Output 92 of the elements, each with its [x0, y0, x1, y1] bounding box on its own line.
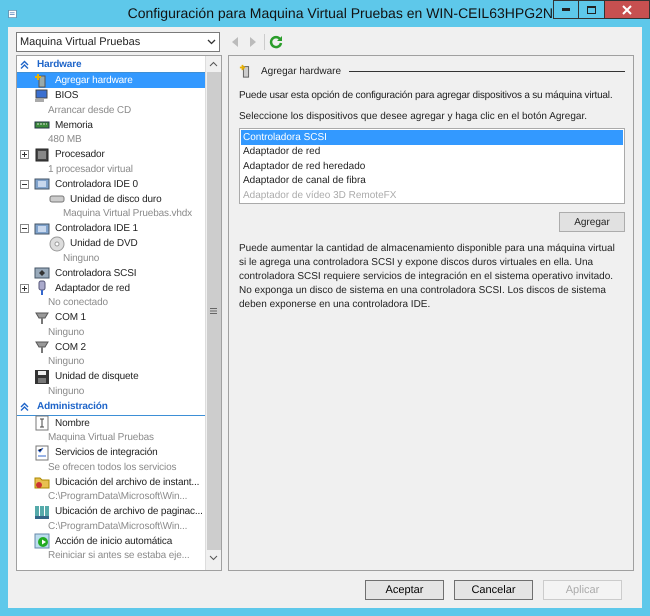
tree-item[interactable]: Ubicación de archivo de paginac... — [17, 504, 205, 519]
item-detail: No conectado — [48, 296, 108, 310]
item-label: Memoria — [55, 118, 93, 132]
expand-toggle[interactable] — [20, 284, 29, 292]
tree-item[interactable]: Controladora IDE 0 — [17, 176, 205, 192]
floppy-icon — [34, 368, 50, 384]
plus-icon — [21, 151, 28, 158]
add-button[interactable]: Agregar — [559, 212, 625, 232]
instruction-text: Seleccione los dispositivos que desee agregar y haga clic en el botón Agregar. — [239, 110, 588, 124]
pagefile-icon — [34, 504, 50, 520]
tree-item[interactable]: Memoria — [17, 118, 205, 132]
tree-item[interactable]: Nombre — [17, 416, 205, 430]
minimize-icon — [562, 8, 570, 11]
dialog-button[interactable]: Aceptar — [365, 580, 444, 600]
chip-icon — [34, 146, 50, 162]
item-detail: 480 MB — [48, 133, 82, 148]
dropdown-caret-icon — [207, 39, 216, 45]
device-option[interactable]: Adaptador de canal de fibra — [241, 174, 623, 188]
item-detail: Maquina Virtual Pruebas.vhdx — [63, 207, 192, 222]
close-button[interactable] — [605, 0, 650, 19]
intro-text: Puede usar esta opción de configuración para agregar dispositivos a su máquina virtual. — [239, 89, 612, 103]
controller-icon — [34, 265, 50, 281]
minimize-button[interactable] — [553, 0, 579, 19]
item-label: Adaptador de red — [55, 282, 130, 296]
device-option[interactable]: Adaptador de red heredado — [241, 159, 623, 174]
tree-item[interactable]: BIOS — [17, 88, 205, 103]
item-detail: Ninguno — [48, 355, 84, 370]
item-label: COM 1 — [55, 311, 86, 325]
tree-item[interactable]: Ubicación del archivo de instant... — [17, 474, 205, 490]
tree-item[interactable]: Unidad de disquete — [17, 369, 205, 384]
item-detail: C:\ProgramData\Microsoft\Win... — [48, 490, 188, 504]
item-label: Controladora IDE 1 — [55, 222, 138, 236]
item-detail: Maquina Virtual Pruebas — [48, 431, 154, 446]
port-icon — [34, 339, 50, 355]
item-detail: Ninguno — [48, 384, 84, 399]
item-label: Agregar hardware — [55, 74, 133, 88]
item-detail: C:\ProgramData\Microsoft\Win... — [48, 520, 188, 534]
checklist-icon — [34, 444, 50, 460]
item-detail: 1 procesador virtual — [48, 162, 133, 177]
item-label: Unidad de disquete — [55, 370, 138, 384]
scrollbar[interactable] — [205, 56, 221, 570]
chevrons-icon — [20, 60, 29, 68]
refresh-icon[interactable] — [269, 35, 283, 49]
tree-item[interactable]: COM 2 — [17, 340, 205, 354]
monitor-icon — [34, 88, 50, 104]
note-text: Puede aumentar la cantidad de almacenamiento disponible para una máquina virtual si le agrega una controladora SCSI y expone discos duros virtuales en ella. Una controladora SCSI requiere servicios de integración en el sistema operativo invitado. No exponga un disco de sistema en una controladora SCSI. Los discos de sistema deben exponerse en una controladora IDE. — [239, 242, 616, 312]
device-option[interactable]: Adaptador de red — [241, 144, 623, 159]
item-detail: Arrancar desde CD — [48, 104, 132, 118]
item-detail: Ninguno — [48, 326, 84, 340]
port-icon — [34, 310, 50, 326]
minus-icon — [21, 225, 28, 232]
item-label: Ubicación del archivo de instant... — [55, 476, 200, 490]
controller-icon — [34, 220, 50, 236]
disc-icon — [49, 236, 65, 252]
maximize-icon — [587, 6, 596, 14]
plus-icon — [21, 284, 28, 292]
controller-icon — [34, 176, 50, 192]
item-label: Unidad de disco duro — [70, 192, 162, 206]
tree-item[interactable]: COM 1 — [17, 310, 205, 325]
item-label: Controladora SCSI — [55, 266, 136, 280]
expand-toggle[interactable] — [20, 150, 29, 159]
play-icon — [34, 533, 50, 549]
item-label: Unidad de DVD — [70, 237, 138, 251]
chevrons-icon — [20, 402, 29, 411]
tree-item[interactable]: Acción de inicio automática — [17, 534, 205, 548]
item-detail: Se ofrecen todos los servicios — [48, 460, 176, 475]
tree-item[interactable]: Controladora IDE 1 — [17, 221, 205, 236]
tree-item[interactable]: Procesador — [17, 147, 205, 162]
item-label: COM 2 — [55, 340, 86, 354]
item-label: Ubicación de archivo de paginac... — [55, 505, 203, 519]
item-label: BIOS — [55, 89, 78, 103]
close-icon — [622, 4, 632, 14]
text-cursor-icon — [34, 415, 50, 431]
tree-item[interactable]: Unidad de DVD — [17, 236, 205, 251]
tree-item[interactable]: Servicios de integración — [17, 445, 205, 460]
collapse-toggle[interactable] — [20, 180, 29, 188]
window-title: Configuración para Maquina Virtual Pruebas en WIN-CEIL63HPG2N — [128, 4, 553, 23]
tree-item[interactable]: Unidad de disco duro — [17, 192, 205, 206]
collapse-toggle[interactable] — [20, 224, 29, 233]
item-detail: Ninguno — [63, 252, 100, 266]
tree-item[interactable]: Controladora SCSI — [17, 266, 205, 280]
item-label: Acción de inicio automática — [55, 534, 172, 548]
grip-icon — [210, 308, 217, 314]
item-label: Servicios de integración — [55, 446, 158, 460]
panel-heading: Agregar hardware — [261, 64, 342, 78]
vm-select[interactable]: Maquina Virtual Pruebas — [16, 32, 220, 52]
item-label: Procesador — [55, 148, 105, 162]
item-detail: Reiniciar si antes se estaba eje... — [48, 549, 190, 564]
tree-item[interactable]: Adaptador de red — [17, 280, 205, 296]
item-label: Nombre — [55, 416, 90, 430]
dialog-button[interactable]: Cancelar — [454, 580, 533, 600]
item-label: Controladora IDE 0 — [55, 178, 138, 192]
